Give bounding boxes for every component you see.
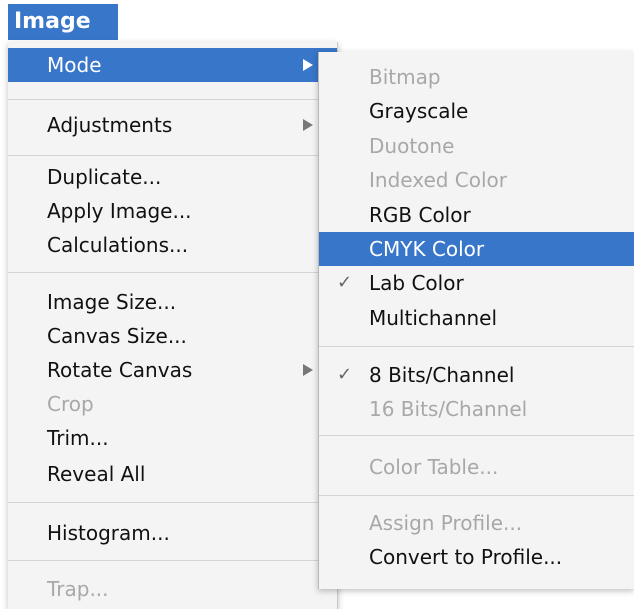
menu-item-label: Trap... [47,577,109,601]
menu-item-duplicate[interactable]: Duplicate... [8,160,337,194]
menu-item-label: Histogram... [47,521,170,545]
menu-item-label: Canvas Size... [47,324,187,348]
menu-item-label: 16 Bits/Channel [369,397,528,421]
menu-separator [8,155,337,156]
submenu-arrow-icon [303,119,313,131]
menu-item-label: RGB Color [369,203,471,227]
menu-item-crop: Crop [8,387,337,421]
checkmark-icon: ✓ [337,364,353,385]
submenu-item-bitmap: Bitmap [319,60,634,94]
menu-item-label: Adjustments [47,113,173,137]
menu-item-label: Trim... [47,426,109,450]
menu-item-apply-image[interactable]: Apply Image... [8,194,337,228]
image-menu: Mode Adjustments Duplicate... Apply Imag… [8,42,338,609]
menu-item-label: Multichannel [369,306,498,330]
menu-bar: Image [0,0,634,42]
menu-item-label: Assign Profile... [369,511,523,535]
menu-separator [8,99,337,100]
submenu-item-8-bits-channel[interactable]: ✓ 8 Bits/Channel [319,358,634,392]
screen: Image Mode Adjustments Duplicate... Appl… [0,0,634,609]
submenu-item-convert-to-profile[interactable]: Convert to Profile... [319,540,634,574]
submenu-item-16-bits-channel: 16 Bits/Channel [319,392,634,426]
submenu-item-color-table: Color Table... [319,450,634,484]
menu-item-label: Lab Color [369,271,464,295]
submenu-item-lab-color[interactable]: ✓ Lab Color [319,266,634,300]
submenu-item-cmyk-color[interactable]: CMYK Color [319,232,634,266]
menu-separator [8,560,337,561]
mode-submenu: Bitmap Grayscale Duotone Indexed Color R… [318,52,634,589]
menu-separator [319,435,634,436]
menu-item-label: Calculations... [47,233,189,257]
submenu-item-duotone: Duotone [319,129,634,163]
menu-item-adjustments[interactable]: Adjustments [8,108,337,142]
menu-item-mode[interactable]: Mode [8,48,337,82]
menu-item-label: Duotone [369,134,455,158]
submenu-item-multichannel[interactable]: Multichannel [319,301,634,335]
menu-item-label: Image Size... [47,290,177,314]
menu-item-label: Grayscale [369,99,469,123]
menu-item-label: Color Table... [369,455,499,479]
menu-item-label: Reveal All [47,462,146,486]
checkmark-icon: ✓ [337,272,353,293]
menu-item-canvas-size[interactable]: Canvas Size... [8,319,337,353]
submenu-arrow-icon [303,59,313,71]
menu-item-label: 8 Bits/Channel [369,363,515,387]
submenu-item-rgb-color[interactable]: RGB Color [319,198,634,232]
menu-item-trap: Trap... [8,572,337,606]
menu-item-label: Rotate Canvas [47,358,193,382]
menu-separator [8,272,337,273]
menu-image[interactable]: Image [8,4,118,40]
menu-item-label: Apply Image... [47,199,192,223]
menu-item-calculations[interactable]: Calculations... [8,228,337,262]
menu-item-label: Bitmap [369,65,441,89]
submenu-arrow-icon [303,364,313,376]
menu-item-label: Convert to Profile... [369,545,563,569]
menu-separator [319,346,634,347]
menu-item-histogram[interactable]: Histogram... [8,516,337,550]
menu-item-image-size[interactable]: Image Size... [8,285,337,319]
submenu-item-assign-profile: Assign Profile... [319,506,634,540]
menu-item-trim[interactable]: Trim... [8,421,337,455]
menu-item-reveal-all[interactable]: Reveal All [8,457,337,491]
submenu-item-indexed-color: Indexed Color [319,163,634,197]
menu-item-label: Indexed Color [369,168,508,192]
menu-item-label: Mode [47,53,102,77]
menu-item-label: Duplicate... [47,165,162,189]
menu-separator [8,502,337,503]
menu-separator [319,495,634,496]
submenu-item-grayscale[interactable]: Grayscale [319,94,634,128]
menu-item-label: CMYK Color [369,237,485,261]
menu-item-label: Crop [47,392,94,416]
menu-item-rotate-canvas[interactable]: Rotate Canvas [8,353,337,387]
